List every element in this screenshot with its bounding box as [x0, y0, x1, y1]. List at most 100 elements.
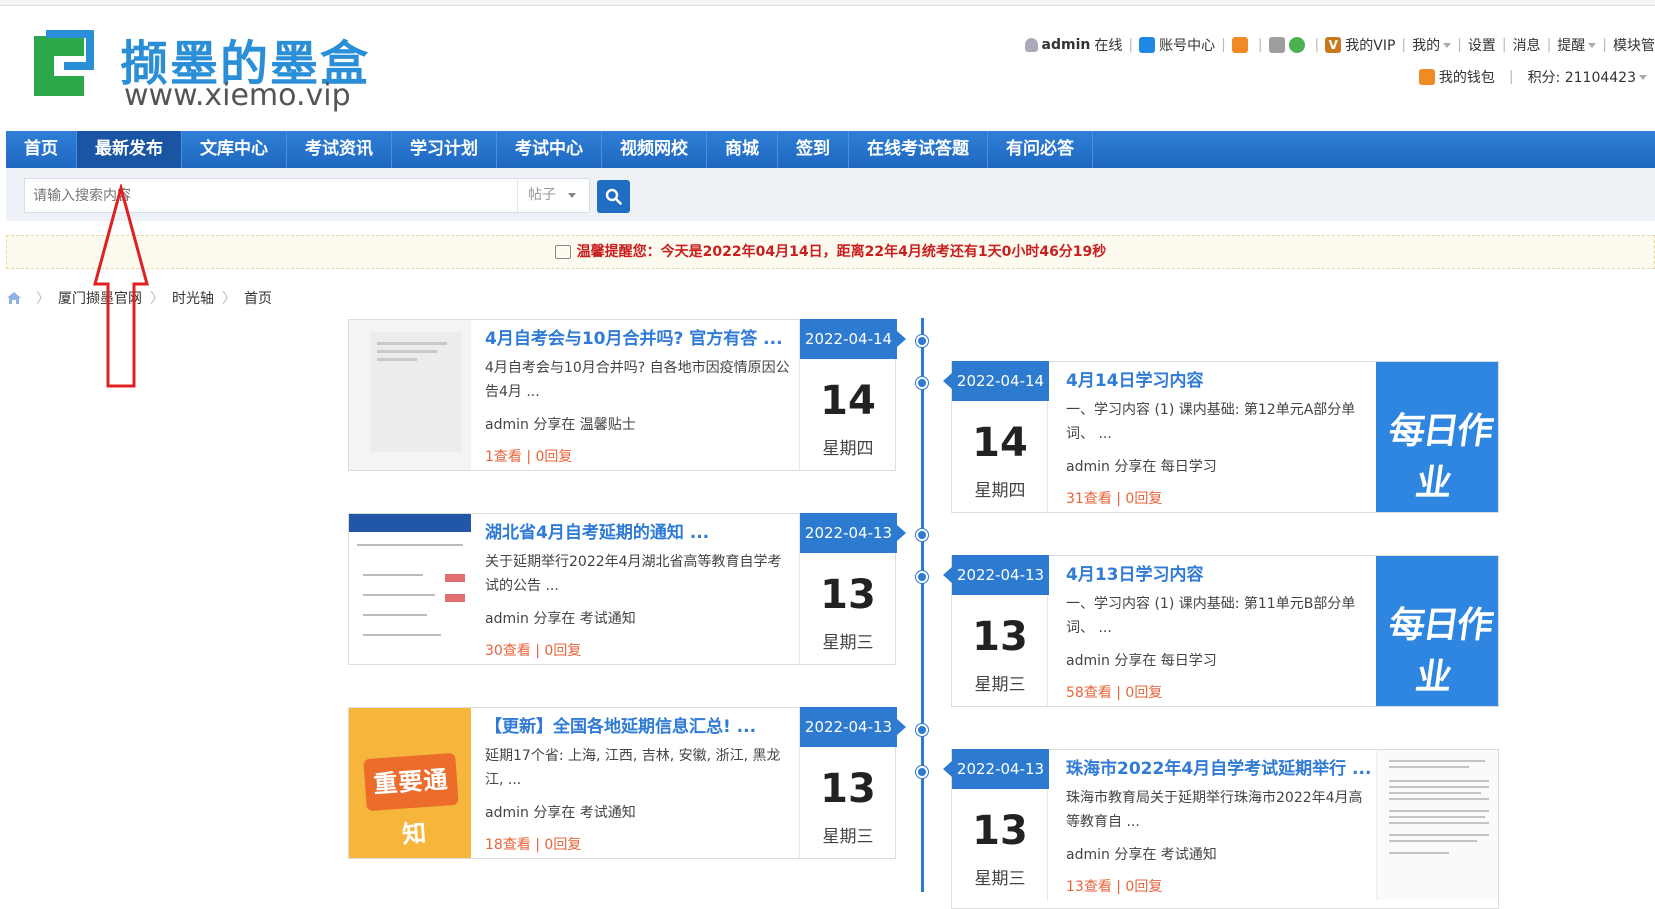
home-icon[interactable]	[6, 291, 22, 305]
post-thumbnail[interactable]: 每日作业	[1376, 362, 1498, 512]
post-excerpt: 珠海市教育局关于延期举行珠海市2022年4月高等教育自 ...	[1066, 790, 1363, 830]
post-title[interactable]: 4月14日学习内容	[1066, 366, 1376, 391]
post-meta: admin 分享在 每日学习	[1066, 653, 1217, 669]
site-logo[interactable]: 撷墨的墨盒 www.xiemo.vip	[24, 24, 368, 116]
post-thumbnail[interactable]: 每日作业	[1376, 556, 1498, 706]
post-date-box: 2022-04-14 14 星期四	[943, 361, 1049, 512]
post-stats: 1查看 | 0回复	[485, 449, 573, 465]
post-thumbnail[interactable]	[349, 320, 471, 470]
calendar-clock-icon	[554, 245, 571, 259]
post-title[interactable]: 4月自考会与10月合并吗? 官方有答 ...	[485, 324, 795, 349]
mine-menu[interactable]: 我的	[1412, 35, 1440, 55]
post-meta: admin 分享在 温馨贴士	[485, 417, 636, 433]
post-card[interactable]: 2022-04-13 13 星期三 4月13日学习内容 一、学习内容 (1) 课…	[943, 555, 1499, 707]
post-title[interactable]: 湖北省4月自考延期的通知 ...	[485, 518, 795, 543]
messages-link[interactable]: 消息	[1513, 35, 1541, 55]
settings-link[interactable]: 设置	[1468, 35, 1496, 55]
main-nav: 首页 最新发布 文库中心 考试资讯 学习计划 考试中心 视频网校 商城 签到 在…	[6, 131, 1655, 168]
nav-item-video-school[interactable]: 视频网校	[602, 131, 707, 168]
post-card[interactable]: 2022-04-14 14 星期四 4月14日学习内容 一、学习内容 (1) 课…	[943, 361, 1499, 513]
post-date-tag: 2022-04-14	[800, 319, 906, 359]
post-card[interactable]: 湖北省4月自考延期的通知 ... 关于延期举行2022年4月湖北省高等教育自学考…	[348, 513, 906, 665]
chevron-down-icon	[568, 192, 576, 198]
nav-item-qa[interactable]: 有问必答	[988, 131, 1093, 168]
account-center-link[interactable]: 账号中心	[1159, 35, 1215, 55]
post-card[interactable]: 4月自考会与10月合并吗? 官方有答 ... 4月自考会与10月合并吗? 自各地…	[348, 319, 906, 471]
post-day-number: 13	[820, 572, 876, 618]
post-excerpt: 延期17个省: 上海, 江西, 吉林, 安徽, 浙江, 黑龙江, ...	[485, 748, 781, 788]
post-date-tag: 2022-04-13	[800, 513, 906, 553]
mobile-icon[interactable]	[1268, 37, 1285, 53]
post-title[interactable]: 珠海市2022年4月自学考试延期举行 ...	[1066, 754, 1376, 779]
breadcrumb-separator: 〉	[222, 291, 236, 307]
nav-item-home[interactable]: 首页	[6, 131, 77, 168]
countdown-notice: 温馨提醒您：今天是2022年04月14日，距离22年4月统考还有1天0小时46分…	[6, 235, 1655, 269]
post-card[interactable]: 2022-04-13 13 星期三 珠海市2022年4月自学考试延期举行 ...…	[943, 749, 1499, 909]
nav-item-online-exam[interactable]: 在线考试答题	[849, 131, 988, 168]
post-meta: admin 分享在 考试通知	[1066, 847, 1217, 863]
post-thumbnail[interactable]	[349, 514, 471, 664]
nav-item-exam-center[interactable]: 考试中心	[497, 131, 602, 168]
separator: |	[1257, 37, 1263, 53]
timeline-dot	[916, 724, 928, 736]
post-date-tag: 2022-04-13	[943, 555, 1049, 595]
post-day-number: 13	[820, 766, 876, 812]
nav-item-checkin[interactable]: 签到	[778, 131, 849, 168]
vip-icon: V	[1325, 37, 1342, 53]
username[interactable]: admin	[1042, 37, 1091, 53]
thumbnail-text: 重要通知	[363, 752, 459, 849]
search-type-select[interactable]: 帖子	[517, 179, 589, 212]
friends-icon[interactable]	[1231, 37, 1248, 53]
post-day-number: 14	[820, 378, 876, 424]
post-date-tag: 2022-04-13	[943, 749, 1049, 789]
post-day-number: 14	[972, 420, 1028, 466]
points-menu[interactable]: 积分: 21104423	[1528, 67, 1636, 87]
post-card[interactable]: 重要通知 【更新】全国各地延期信息汇总! ... 延期17个省: 上海, 江西,…	[348, 707, 906, 859]
wechat-icon[interactable]	[1288, 37, 1305, 53]
timeline-dot	[916, 377, 928, 389]
post-stats: 58查看 | 0回复	[1066, 685, 1163, 701]
remind-menu[interactable]: 提醒	[1557, 35, 1585, 55]
separator: |	[1546, 37, 1552, 53]
post-thumbnail[interactable]	[1376, 750, 1498, 900]
breadcrumb-item-home: 首页	[244, 291, 272, 307]
chevron-down-icon	[1588, 42, 1597, 48]
breadcrumb-item-timeline[interactable]: 时光轴	[172, 288, 214, 308]
separator: |	[1314, 37, 1320, 53]
breadcrumb-separator: 〉	[36, 291, 50, 307]
post-excerpt: 一、学习内容 (1) 课内基础: 第12单元A部分单词、 ...	[1066, 402, 1356, 442]
post-weekday: 星期三	[822, 827, 874, 847]
separator: |	[1128, 37, 1134, 53]
nav-item-shop[interactable]: 商城	[707, 131, 778, 168]
post-stats: 30查看 | 0回复	[485, 643, 582, 659]
nav-item-latest[interactable]: 最新发布	[77, 131, 182, 168]
timeline-dot	[916, 335, 928, 347]
post-title[interactable]: 4月13日学习内容	[1066, 560, 1376, 585]
user-toolbar: admin 在线 | 账号中心 | | | V 我的VIP | 我的 | 设置 …	[1024, 34, 1655, 56]
timeline-dot	[916, 571, 928, 583]
post-date-tag: 2022-04-13	[800, 707, 906, 747]
post-weekday: 星期四	[974, 481, 1026, 501]
post-date-box: 2022-04-13 13 星期三	[943, 555, 1049, 706]
post-date-tag: 2022-04-14	[943, 361, 1049, 401]
post-meta: admin 分享在 每日学习	[1066, 459, 1217, 475]
modules-link[interactable]: 模块管	[1613, 35, 1655, 55]
search-button[interactable]	[597, 180, 630, 213]
notice-text: 温馨提醒您：今天是2022年04月14日，距离22年4月统考还有1天0小时46分…	[576, 244, 1107, 260]
nav-item-exam-news[interactable]: 考试资讯	[287, 131, 392, 168]
wallet-icon	[1418, 69, 1435, 85]
user-icon	[1024, 38, 1038, 52]
post-title[interactable]: 【更新】全国各地延期信息汇总! ...	[485, 712, 795, 737]
post-thumbnail[interactable]: 重要通知	[349, 708, 471, 858]
post-day-number: 13	[972, 614, 1028, 660]
nav-item-library[interactable]: 文库中心	[182, 131, 287, 168]
chevron-down-icon	[1639, 74, 1647, 80]
logo-domain-text: www.xiemo.vip	[124, 78, 351, 113]
separator: |	[1501, 37, 1507, 53]
nav-item-study-plan[interactable]: 学习计划	[392, 131, 497, 168]
timeline-dot	[916, 766, 928, 778]
my-vip-link[interactable]: 我的VIP	[1345, 35, 1395, 55]
wallet-link[interactable]: 我的钱包	[1439, 67, 1495, 87]
separator: |	[1457, 37, 1462, 53]
post-weekday: 星期三	[974, 869, 1026, 889]
